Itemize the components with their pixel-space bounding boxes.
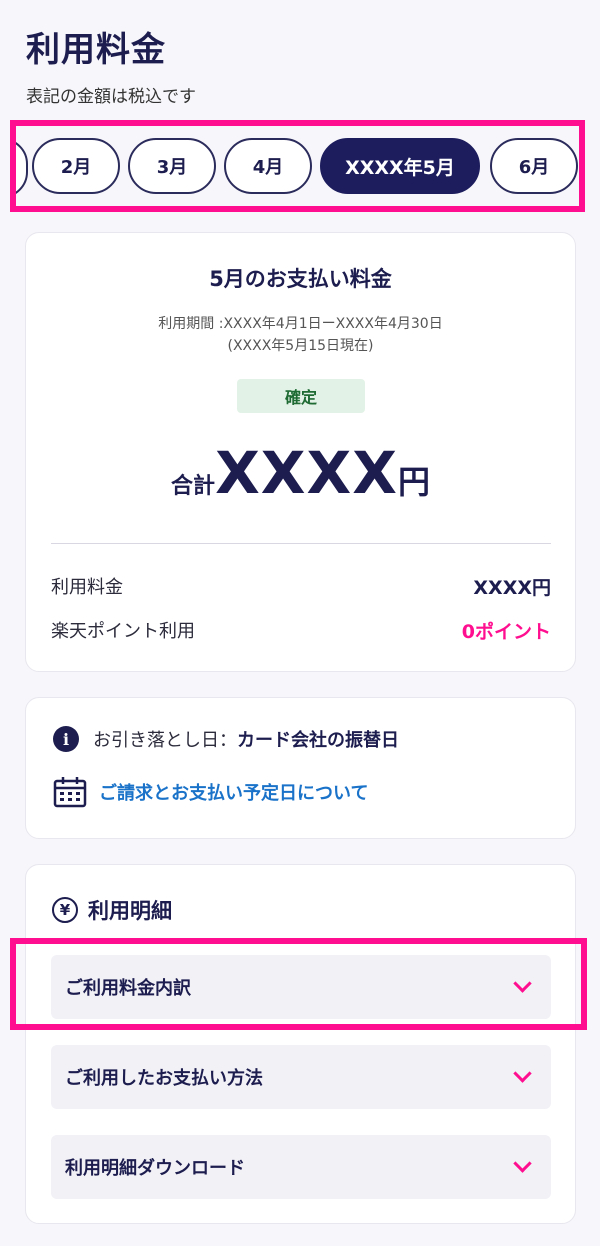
details-heading: ¥ 利用明細 xyxy=(52,895,172,925)
month-chip-apr[interactable]: 4月 xyxy=(224,138,312,194)
month-chip-previous[interactable] xyxy=(16,138,28,198)
tax-note: 表記の金額は税込です xyxy=(26,87,196,107)
calendar-icon xyxy=(53,777,87,808)
accordion-download-label: 利用明細ダウンロード xyxy=(65,1158,245,1179)
usage-fee-row: 利用料金 XXXX円 xyxy=(51,573,551,599)
debit-date-line: i お引き落とし日： カード会社の振替日 xyxy=(53,726,399,752)
usage-fee-label: 利用料金 xyxy=(51,577,123,598)
month-chip-mar[interactable]: 3月 xyxy=(128,138,216,194)
info-icon: i xyxy=(53,726,79,752)
points-row: 楽天ポイント利用 0ポイント xyxy=(51,617,551,643)
month-chip-feb[interactable]: 2月 xyxy=(32,138,120,194)
accordion-payment-method-label: ご利用したお支払い方法 xyxy=(65,1068,263,1089)
page-title: 利用料金 xyxy=(26,30,166,70)
accordion-download[interactable]: 利用明細ダウンロード xyxy=(51,1135,551,1199)
month-chip-jun[interactable]: 6月 xyxy=(490,138,578,194)
usage-period-range: 利用期間 :XXXX年4月1日ーXXXX年4月30日 xyxy=(158,316,443,332)
chevron-down-icon xyxy=(513,1154,532,1173)
usage-details-card: ¥ 利用明細 ご利用料金内訳 ご利用したお支払い方法 利用明細ダウンロード xyxy=(25,864,576,1224)
details-title: 利用明細 xyxy=(88,899,172,923)
payment-title: 5月のお支払い料金 xyxy=(209,267,392,291)
month-selector: 2月 3月 4月 XXXX年5月 6月 xyxy=(10,120,585,212)
payment-summary-card: 5月のお支払い料金 利用期間 :XXXX年4月1日ーXXXX年4月30日 (XX… xyxy=(25,232,576,672)
usage-period: 利用期間 :XXXX年4月1日ーXXXX年4月30日 (XXXX年5月15日現在… xyxy=(26,313,575,357)
month-chip-may-selected[interactable]: XXXX年5月 xyxy=(320,138,480,194)
total-amount: 合計XXXX円 xyxy=(26,439,575,507)
divider xyxy=(51,543,551,544)
points-value: 0ポイント xyxy=(461,621,551,643)
highlight-frame xyxy=(10,938,587,1030)
total-label: 合計 xyxy=(171,474,216,499)
total-unit: 円 xyxy=(397,463,430,501)
total-value: XXXX xyxy=(215,439,398,507)
status-badge: 確定 xyxy=(237,379,365,413)
yen-icon: ¥ xyxy=(52,897,78,923)
debit-date-label: お引き落とし日： xyxy=(93,730,237,751)
chevron-down-icon xyxy=(513,1064,532,1083)
billing-schedule-link[interactable]: ご請求とお支払い予定日について xyxy=(53,776,368,808)
debit-date-value: カード会社の振替日 xyxy=(237,730,399,751)
points-label: 楽天ポイント利用 xyxy=(51,621,195,642)
usage-fee-value: XXXX円 xyxy=(473,577,551,599)
accordion-payment-method[interactable]: ご利用したお支払い方法 xyxy=(51,1045,551,1109)
usage-period-asof: (XXXX年5月15日現在) xyxy=(227,338,374,354)
debit-info-card: i お引き落とし日： カード会社の振替日 ご請求とお支払い予定日について xyxy=(25,697,576,839)
billing-schedule-link-text[interactable]: ご請求とお支払い予定日について xyxy=(99,779,368,805)
